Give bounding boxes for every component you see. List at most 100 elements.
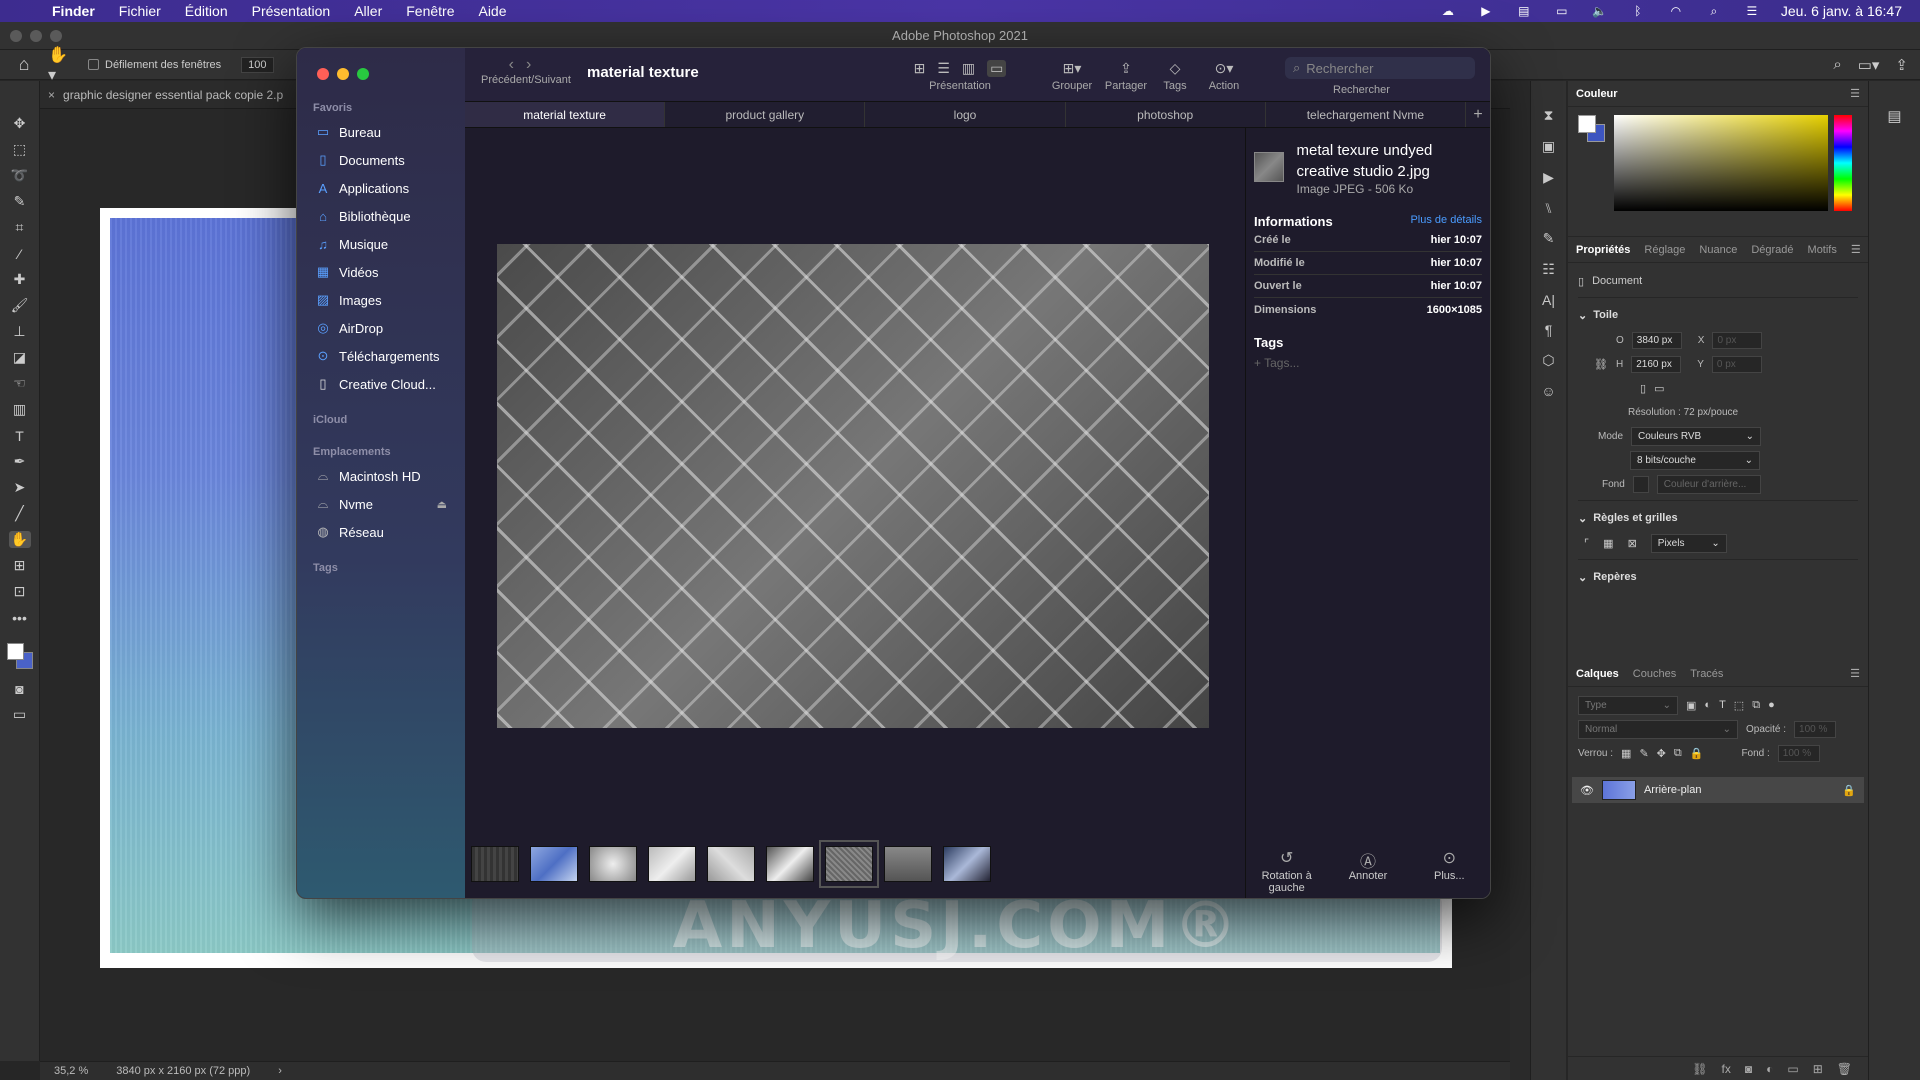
tab-swatches[interactable]: Nuance (1699, 244, 1737, 256)
status-chevron-icon[interactable]: › (264, 1065, 296, 1077)
zoom-icon[interactable] (50, 29, 62, 42)
3d-icon[interactable]: ⬡ (1542, 352, 1554, 369)
grid-icon[interactable]: ▦ (1603, 537, 1613, 550)
tab-product-gallery[interactable]: product gallery (665, 102, 866, 127)
y-input[interactable]: 0 px (1711, 355, 1762, 373)
thumbnail[interactable] (707, 846, 755, 882)
path-select-tool-icon[interactable]: ➤ (9, 479, 31, 496)
close-icon[interactable] (317, 68, 329, 80)
panel-menu-icon[interactable]: ☰ (1850, 87, 1860, 100)
new-group-icon[interactable]: ▭ (1787, 1062, 1798, 1076)
thumbnail[interactable] (943, 846, 991, 882)
menu-fenetre[interactable]: Fenêtre (394, 3, 466, 19)
sidebar-item-library[interactable]: ⌂ Bibliothèque (297, 202, 465, 230)
preview-image[interactable] (497, 244, 1209, 728)
screen-mirroring-icon[interactable]: ▭ (1553, 4, 1571, 18)
hue-slider[interactable] (1834, 115, 1852, 211)
tab-logo[interactable]: logo (865, 102, 1066, 127)
close-icon[interactable] (10, 29, 22, 42)
zoom-field[interactable]: 100 (241, 56, 274, 73)
filter-smart-icon[interactable]: ⧉ (1752, 699, 1760, 712)
tab-telechargement-nvme[interactable]: telechargement Nvme (1266, 102, 1467, 127)
history-icon[interactable]: ⧗ (1544, 107, 1554, 124)
rotate-left-button[interactable]: ↺ Rotation à gauche (1252, 848, 1322, 894)
layer-filter-select[interactable]: Type ⌄ (1578, 695, 1678, 715)
hand-tool-icon[interactable]: ✋ ▾ (48, 45, 78, 85)
sidebar-item-videos[interactable]: ▦ Vidéos (297, 258, 465, 286)
control-center-icon[interactable]: ☰ (1743, 4, 1761, 18)
sidebar-item-nvme[interactable]: ⌓ Nvme ⏏ (297, 490, 465, 518)
foreground-swatch[interactable] (1578, 115, 1596, 133)
new-layer-icon[interactable]: ⊞ (1813, 1062, 1823, 1076)
color-swatches[interactable] (5, 641, 35, 671)
stamp-tool-icon[interactable]: ⊥ (9, 323, 31, 340)
healing-brush-tool-icon[interactable]: ✚ (9, 271, 31, 288)
add-tags-field[interactable]: + Tags... (1254, 356, 1482, 370)
eraser-tool-icon[interactable]: ◪ (9, 349, 31, 366)
brush-tool-icon[interactable]: 🖌 (9, 297, 31, 314)
sidebar-item-downloads[interactable]: ⊙ Téléchargements (297, 342, 465, 370)
rulers-section[interactable]: Règles et grilles (1593, 512, 1677, 524)
tab-gradients[interactable]: Dégradé (1751, 244, 1793, 256)
height-input[interactable]: 2160 px (1631, 355, 1682, 373)
scroll-all-checkbox[interactable] (88, 59, 99, 70)
lock-artboard-icon[interactable]: ⧉ (1674, 747, 1682, 760)
lock-transparent-icon[interactable]: ▦ (1621, 747, 1631, 760)
color-tab[interactable]: Couleur (1576, 88, 1618, 100)
actions-play-icon[interactable]: ▶ (1543, 169, 1554, 186)
screen-mode-icon[interactable]: ▭ (9, 706, 31, 723)
filter-pixel-icon[interactable]: ▣ (1686, 699, 1696, 712)
character-icon[interactable]: A| (1542, 292, 1555, 308)
marquee-tool-icon[interactable]: ⬚ (9, 141, 31, 158)
search-input[interactable]: ⌕ Rechercher (1285, 57, 1475, 79)
artboard-tool-icon[interactable]: ⊞ (9, 557, 31, 574)
sidebar-item-documents[interactable]: ▯ Documents (297, 146, 465, 174)
pixel-grid-icon[interactable]: ⊠ (1628, 537, 1637, 550)
thumbnail[interactable] (884, 846, 932, 882)
action-button[interactable]: ⊙▾ Action (1199, 56, 1249, 93)
menu-fichier[interactable]: Fichier (107, 3, 173, 19)
gradient-tool-icon[interactable]: ▥ (9, 401, 31, 418)
mode-select[interactable]: Couleurs RVB ⌄ (1631, 426, 1762, 446)
minimize-icon[interactable] (30, 29, 42, 42)
volume-icon[interactable]: 🔈 (1591, 4, 1609, 18)
more-details-link[interactable]: Plus de détails (1410, 214, 1482, 229)
thumbnail[interactable] (530, 846, 578, 882)
fx-icon[interactable]: fx (1722, 1062, 1731, 1076)
tab-layers[interactable]: Calques (1576, 668, 1619, 680)
brushes-icon[interactable]: ✎ (1543, 230, 1555, 247)
tab-photoshop[interactable]: photoshop (1066, 102, 1266, 127)
sidebar-item-music[interactable]: ♫ Musique (297, 230, 465, 258)
trash-icon[interactable]: 🗑 (1837, 1062, 1852, 1076)
bg-select[interactable]: Couleur d'arrière... (1656, 474, 1761, 494)
line-tool-icon[interactable]: ╱ (9, 505, 31, 522)
lock-move-icon[interactable]: ✥ (1657, 747, 1666, 760)
keyboard-icon[interactable]: ▤ (1515, 4, 1533, 18)
menu-aide[interactable]: Aide (466, 3, 518, 19)
bg-color-swatch[interactable] (1632, 475, 1649, 493)
landscape-icon[interactable]: ▭ (1654, 382, 1664, 395)
layer-row[interactable]: 👁 Arrière-plan 🔒 (1572, 777, 1864, 803)
thumbnail[interactable] (648, 846, 696, 882)
sidebar-item-network[interactable]: ◍ Réseau (297, 518, 465, 546)
sidebar-item-creative-cloud[interactable]: ▯ Creative Cloud... (297, 370, 465, 398)
panel-menu-icon[interactable]: ☰ (1850, 667, 1860, 680)
icon-view-icon[interactable]: ⊞ (914, 60, 926, 77)
home-icon[interactable]: ⌂ (0, 54, 48, 75)
gallery-view-icon[interactable]: ▭ (987, 59, 1007, 77)
foreground-color[interactable] (6, 643, 24, 660)
lock-paint-icon[interactable]: ✎ (1639, 747, 1648, 760)
portrait-icon[interactable]: ▯ (1640, 382, 1646, 395)
annotate-button[interactable]: Ⓐ Annoter (1333, 848, 1403, 894)
canvas-section[interactable]: Toile (1593, 309, 1618, 321)
units-select[interactable]: Pixels ⌄ (1650, 533, 1727, 553)
minimize-icon[interactable] (337, 68, 349, 80)
sidebar-item-applications[interactable]: A Applications (297, 174, 465, 202)
menubar-clock[interactable]: Jeu. 6 janv. à 16:47 (1781, 3, 1902, 19)
link-icon[interactable]: ⛓ (1594, 358, 1608, 371)
thumbnail[interactable] (471, 846, 519, 882)
opacity-input[interactable]: 100 % (1794, 720, 1837, 738)
play-icon[interactable]: ▶ (1477, 4, 1495, 18)
wifi-icon[interactable]: ◠ (1667, 4, 1685, 18)
eyedropper-tool-icon[interactable]: ⁄ (9, 245, 31, 262)
